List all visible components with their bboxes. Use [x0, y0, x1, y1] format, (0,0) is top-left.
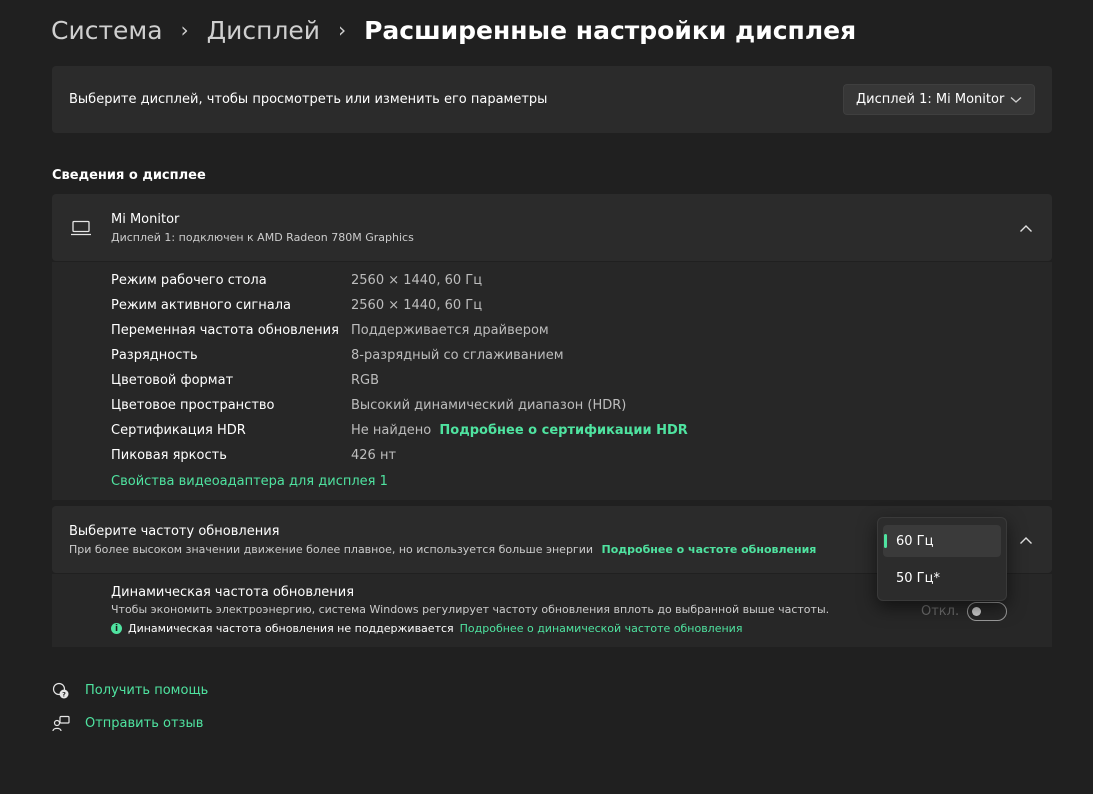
chevron-up-icon[interactable] — [1018, 532, 1034, 548]
monitor-name: Mi Monitor — [111, 212, 180, 227]
breadcrumb-separator: › — [180, 18, 189, 42]
refresh-option-50[interactable]: 50 Гц* — [883, 562, 1001, 594]
display-select-label: Выберите дисплей, чтобы просмотреть или … — [69, 92, 548, 107]
dynamic-refresh-title: Динамическая частота обновления — [111, 585, 355, 600]
refresh-rate-title: Выберите частоту обновления — [69, 524, 280, 539]
info-key: Разрядность — [111, 348, 198, 363]
info-key: Цветовое пространство — [111, 398, 275, 413]
dynamic-refresh-link[interactable]: Подробнее о динамической частоте обновле… — [460, 622, 743, 635]
info-value: 8-разрядный со сглаживанием — [351, 348, 564, 363]
dynamic-refresh-toggle[interactable] — [967, 602, 1007, 621]
info-value: RGB — [351, 373, 380, 388]
breadcrumb: Система › Дисплей › Расширенные настройк… — [51, 10, 856, 50]
display-dropdown-value: Дисплей 1: Mi Monitor — [856, 92, 1005, 107]
info-key: Сертификация HDR — [111, 423, 246, 438]
chevron-up-icon[interactable] — [1018, 220, 1034, 236]
dynamic-refresh-warning-row: i Динамическая частота обновления не под… — [111, 622, 742, 635]
refresh-option-label: 50 Гц* — [896, 570, 940, 586]
display-dropdown[interactable]: Дисплей 1: Mi Monitor — [843, 84, 1035, 115]
toggle-label: Откл. — [921, 604, 960, 619]
send-feedback-link[interactable]: Отправить отзыв — [85, 716, 203, 731]
info-value: Высокий динамический диапазон (HDR) — [351, 398, 627, 413]
get-help-link[interactable]: Получить помощь — [85, 683, 208, 698]
display-info-header[interactable] — [52, 194, 1052, 261]
refresh-rate-link[interactable]: Подробнее о частоте обновления — [602, 543, 817, 556]
info-value-hdr: Не найдено Подробнее о сертификации HDR — [351, 423, 688, 438]
refresh-rate-desc: При более высоком значении движение боле… — [69, 543, 816, 556]
selected-indicator — [884, 534, 887, 548]
hdr-status: Не найдено — [351, 423, 432, 438]
refresh-rate-dropdown-menu: 60 Гц 50 Гц* — [877, 517, 1007, 601]
laptop-icon — [70, 219, 92, 237]
info-icon: i — [111, 623, 122, 634]
breadcrumb-display[interactable]: Дисплей — [207, 16, 320, 45]
dynamic-refresh-desc: Чтобы экономить электроэнергию, система … — [111, 603, 830, 616]
svg-text:?: ? — [62, 691, 66, 699]
page-title: Расширенные настройки дисплея — [364, 15, 857, 45]
dynamic-refresh-warning: Динамическая частота обновления не подде… — [128, 622, 454, 635]
info-key: Цветовой формат — [111, 373, 234, 388]
adapter-properties-link[interactable]: Свойства видеоадаптера для дисплея 1 — [111, 474, 388, 489]
breadcrumb-separator: › — [338, 18, 347, 42]
info-key: Режим рабочего стола — [111, 273, 267, 288]
refresh-option-60[interactable]: 60 Гц — [883, 525, 1001, 557]
monitor-description: Дисплей 1: подключен к AMD Radeon 780M G… — [111, 231, 414, 244]
feedback-icon[interactable] — [52, 715, 70, 733]
chevron-down-icon — [1010, 93, 1022, 107]
help-icon[interactable]: ? — [52, 682, 70, 700]
info-value: Поддерживается драйвером — [351, 323, 549, 338]
info-value: 426 нт — [351, 448, 397, 463]
hdr-certification-link[interactable]: Подробнее о сертификации HDR — [439, 423, 687, 438]
info-value: 2560 × 1440, 60 Гц — [351, 298, 483, 313]
info-value: 2560 × 1440, 60 Гц — [351, 273, 483, 288]
breadcrumb-system[interactable]: Система — [51, 16, 163, 45]
info-key: Переменная частота обновления — [111, 323, 339, 338]
info-key: Пиковая яркость — [111, 448, 227, 463]
toggle-knob — [972, 607, 981, 616]
refresh-option-label: 60 Гц — [896, 533, 934, 549]
refresh-rate-desc-text: При более высоком значении движение боле… — [69, 543, 594, 556]
section-title-display-info: Сведения о дисплее — [52, 168, 206, 183]
info-key: Режим активного сигнала — [111, 298, 291, 313]
